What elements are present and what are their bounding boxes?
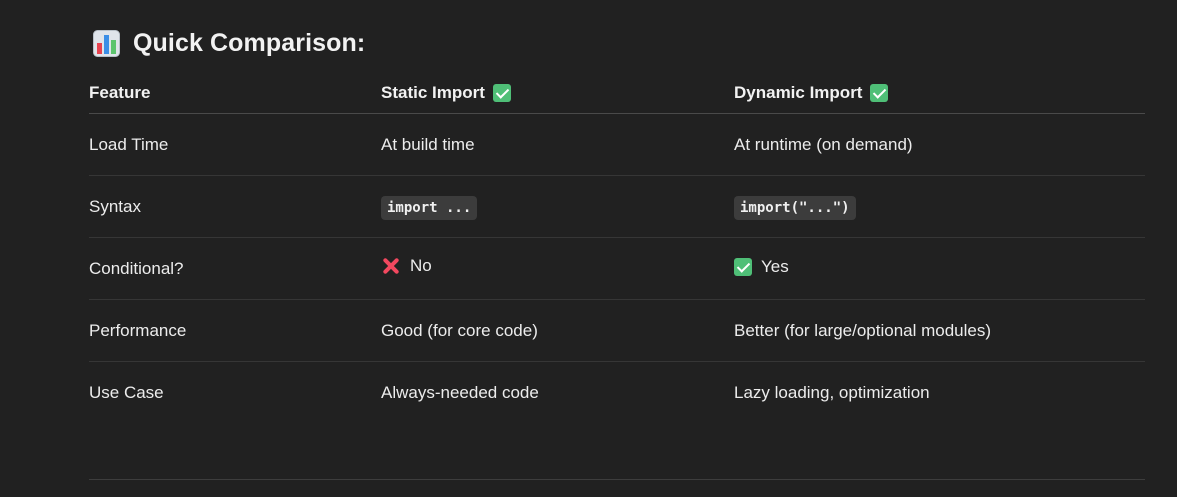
chat-message-content: Quick Comparison: Feature Static Import …	[89, 0, 1145, 497]
cell-feature: Load Time	[89, 113, 381, 176]
table-row: Use Case Always-needed code Lazy loading…	[89, 362, 1145, 424]
header-dynamic-import: Dynamic Import	[734, 72, 1145, 114]
heading-title: Quick Comparison:	[133, 29, 366, 57]
cell-static: At build time	[381, 113, 734, 176]
bar-chart-icon	[93, 30, 120, 57]
header-static-label: Static Import	[381, 82, 485, 102]
header-feature-label: Feature	[89, 82, 151, 102]
cell-feature: Performance	[89, 299, 381, 362]
check-mark-icon	[492, 83, 511, 102]
cell-dynamic-label: Yes	[761, 256, 789, 276]
code-snippet-static: import ...	[381, 195, 478, 220]
cell-dynamic: At runtime (on demand)	[734, 113, 1145, 176]
cell-feature: Conditional?	[89, 237, 381, 300]
cell-static-label: No	[410, 256, 432, 275]
cell-static: Always-needed code	[381, 382, 539, 402]
check-mark-icon	[734, 257, 752, 276]
cell-static: import ...	[381, 175, 734, 238]
table-row: Conditional? No Yes	[89, 237, 1145, 300]
code-snippet-dynamic: import("...")	[734, 195, 856, 220]
table-row: Load Time At build time At runtime (on d…	[89, 113, 1145, 176]
table-header-row: Feature Static Import Dynamic Import	[89, 72, 1145, 114]
table-row: Syntax import ... import("...")	[89, 175, 1145, 238]
header-dynamic-label: Dynamic Import	[734, 82, 863, 102]
cell-static: Good (for core code)	[381, 299, 734, 362]
cell-dynamic: import("...")	[734, 175, 1145, 238]
cell-dynamic: Lazy loading, optimization	[734, 382, 930, 402]
header-feature: Feature	[89, 72, 381, 114]
section-divider	[89, 479, 1145, 480]
comparison-table: Feature Static Import Dynamic Import Loa…	[89, 72, 1145, 423]
cross-mark-icon	[381, 256, 401, 276]
check-mark-icon	[870, 83, 889, 102]
cell-dynamic: Yes	[734, 237, 1145, 300]
table-row: Performance Good (for core code) Better …	[89, 299, 1145, 362]
section-heading: Quick Comparison:	[93, 29, 365, 58]
cell-feature: Syntax	[89, 175, 381, 238]
cell-dynamic: Better (for large/optional modules)	[734, 299, 1145, 362]
header-static-import: Static Import	[381, 72, 734, 114]
cell-feature: Use Case	[89, 382, 164, 402]
cell-static: No	[381, 237, 734, 300]
